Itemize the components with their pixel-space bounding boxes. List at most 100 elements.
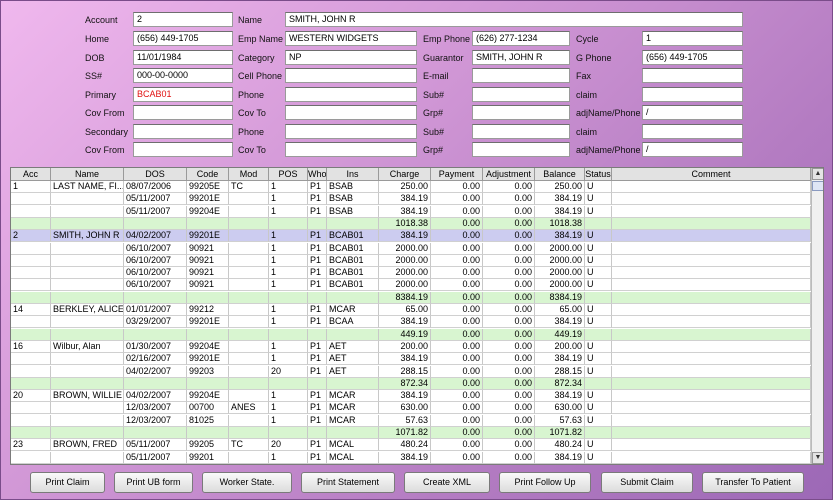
email-field[interactable] <box>472 68 570 83</box>
secondary-cov-from-field[interactable] <box>133 142 233 157</box>
cell-payment: 0.00 <box>431 304 483 316</box>
secondary-cov-to-field[interactable] <box>285 142 417 157</box>
scroll-up-icon[interactable]: ▲ <box>812 168 823 180</box>
table-row[interactable]: 12/03/2007 00700 ANES 1 P1 MCAR 630.00 0.00 0.00… <box>11 402 811 415</box>
header-dos[interactable]: DOS <box>124 168 187 181</box>
header-charge[interactable]: Charge <box>379 168 431 181</box>
cell-charge: 2000.00 <box>379 267 431 280</box>
create-xml-button[interactable]: Create XML <box>404 472 490 493</box>
secondary-sub-field[interactable] <box>472 124 570 139</box>
primary-cov-from-field[interactable] <box>133 105 233 120</box>
table-row[interactable]: 1 LAST NAME, FI... 08/07/2006 99205E TC 1 P1 BS… <box>11 181 811 193</box>
secondary-insurance-field[interactable] <box>133 124 233 139</box>
table-row[interactable]: 05/11/2007 99201 1 P1 MCAL 384.19 0.00 0.00 384.… <box>11 451 811 464</box>
cell-ins: AET <box>327 340 379 353</box>
cell-ins: BCAB01 <box>327 230 379 243</box>
table-row[interactable]: 14 BERKLEY, ALICE 01/01/2007 99212 1 P1 MCAR 65… <box>11 304 811 316</box>
header-balance[interactable]: Balance <box>535 168 585 181</box>
primary-grp-field[interactable] <box>472 105 570 120</box>
transfer-to-patient-button[interactable]: Transfer To Patient <box>702 472 804 493</box>
cell-dos: 12/03/2007 <box>124 414 187 427</box>
header-who[interactable]: Who <box>308 168 327 181</box>
gphone-label: G Phone <box>576 53 612 63</box>
emp-phone-field[interactable]: (626) 277-1234 <box>472 31 570 46</box>
table-row[interactable]: 06/10/2007 90921 1 P1 BCAB01 2000.00 0.00 0.00 2… <box>11 254 811 267</box>
cell-pos: 1 <box>269 181 308 193</box>
cell-status <box>585 427 612 439</box>
table-row[interactable]: 06/10/2007 90921 1 P1 BCAB01 2000.00 0.00 0.00 2… <box>11 279 811 292</box>
print-statement-button[interactable]: Print Statement <box>301 472 395 493</box>
print-ub-form-button[interactable]: Print UB form <box>114 472 193 493</box>
table-row[interactable]: 12/03/2007 81025 1 P1 MCAR 57.63 0.00 0.00 57.63… <box>11 414 811 427</box>
table-row[interactable]: 02/16/2007 99201E 1 P1 AET 384.19 0.00 0.00 384.… <box>11 353 811 366</box>
adj-name-phone-label: adjName/Phone <box>576 108 641 118</box>
subtotal-row[interactable]: 872.34 0.00 0.00 872.34 <box>11 377 811 390</box>
cell-mod <box>229 328 269 341</box>
header-code[interactable]: Code <box>187 168 229 181</box>
cell-dos: 05/11/2007 <box>124 439 187 452</box>
subtotal-row[interactable]: 1071.82 0.00 0.00 1071.82 <box>11 427 811 439</box>
emp-name-field[interactable]: WESTERN WIDGETS <box>285 31 417 46</box>
secondary-claim-field[interactable] <box>642 124 743 139</box>
submit-claim-button[interactable]: Submit Claim <box>601 472 693 493</box>
cell-code: 99203 <box>187 365 229 378</box>
subtotal-row[interactable]: 1018.38 0.00 0.00 1018.38 <box>11 217 811 230</box>
header-ins[interactable]: Ins <box>327 168 379 181</box>
header-pos[interactable]: POS <box>269 168 308 181</box>
fax-field[interactable] <box>642 68 743 83</box>
cycle-field[interactable]: 1 <box>642 31 743 46</box>
header-name[interactable]: Name <box>51 168 124 181</box>
cell-code <box>187 427 229 439</box>
table-row[interactable]: 06/10/2007 90921 1 P1 BCAB01 2000.00 0.00 0.00 2… <box>11 267 811 280</box>
table-row[interactable]: 05/11/2007 99201E 1 P1 BSAB 384.19 0.00 0.00 384… <box>11 193 811 206</box>
secondary-label: Secondary <box>85 127 129 137</box>
primary-phone-field[interactable] <box>285 87 417 102</box>
table-row[interactable]: 06/10/2007 90921 1 P1 BCAB01 2000.00 0.00 0.00 2… <box>11 242 811 255</box>
header-adjustment[interactable]: Adjustment <box>483 168 535 181</box>
primary-adj-field[interactable]: / <box>642 105 743 120</box>
table-row[interactable]: 16 Wilbur, Alan 01/30/2007 99204E 1 P1 AET 200.… <box>11 340 811 353</box>
secondary-grp-field[interactable] <box>472 142 570 157</box>
home-field[interactable]: (656) 449-1705 <box>133 31 233 46</box>
header-status[interactable]: Status <box>585 168 612 181</box>
cell-adjustment: 0.00 <box>483 254 535 267</box>
secondary-phone-field[interactable] <box>285 124 417 139</box>
table-row[interactable]: 03/29/2007 99201E 1 P1 BCAA 384.19 0.00 0.00 384… <box>11 316 811 329</box>
table-row[interactable]: 20 BROWN, WILLIE J 04/02/2007 99204E 1 P1 MCAR… <box>11 390 811 403</box>
header-comment[interactable]: Comment <box>612 168 811 181</box>
print-follow-up-button[interactable]: Print Follow Up <box>499 472 591 493</box>
cell-payment: 0.00 <box>431 254 483 267</box>
subtotal-row[interactable]: 449.19 0.00 0.00 449.19 <box>11 328 811 341</box>
name-field[interactable]: SMITH, JOHN R <box>285 12 743 27</box>
primary-label: Primary <box>85 90 116 100</box>
print-claim-button[interactable]: Print Claim <box>30 472 105 493</box>
table-row[interactable]: 05/11/2007 99204E 1 P1 BSAB 384.19 0.00 0.00 384… <box>11 205 811 218</box>
cell-who: P1 <box>308 304 327 316</box>
table-row[interactable]: 04/02/2007 99203 20 P1 AET 288.15 0.00 0.00 288.… <box>11 365 811 378</box>
header-acc[interactable]: Acc <box>11 168 51 181</box>
primary-insurance-field[interactable]: BCAB01 <box>133 87 233 102</box>
table-row[interactable]: 23 BROWN, FRED 05/11/2007 99205 TC 20 P1 MCAL 48… <box>11 439 811 452</box>
scroll-down-icon[interactable]: ▼ <box>812 452 823 464</box>
dob-field[interactable]: 11/01/1984 <box>133 50 233 65</box>
vertical-scrollbar[interactable]: ▲ ▼ <box>811 168 823 464</box>
primary-claim-field[interactable] <box>642 87 743 102</box>
table-row[interactable]: 2 SMITH, JOHN R 04/02/2007 99201E 1 P1 BCAB01 3… <box>11 230 811 243</box>
secondary-adj-field[interactable]: / <box>642 142 743 157</box>
primary-sub-field[interactable] <box>472 87 570 102</box>
header-mod[interactable]: Mod <box>229 168 269 181</box>
guarantor-field[interactable]: SMITH, JOHN R <box>472 50 570 65</box>
scroll-thumb[interactable] <box>812 181 823 191</box>
primary-cov-to-field[interactable] <box>285 105 417 120</box>
cell-phone-field[interactable] <box>285 68 417 83</box>
subtotal-row[interactable]: 8384.19 0.00 0.00 8384.19 <box>11 291 811 304</box>
ss-field[interactable]: 000-00-0000 <box>133 68 233 83</box>
cell-payment: 0.00 <box>431 205 483 218</box>
gphone-field[interactable]: (656) 449-1705 <box>642 50 743 65</box>
account-field[interactable]: 2 <box>133 12 233 27</box>
category-field[interactable]: NP <box>285 50 417 65</box>
cell-who <box>308 328 327 341</box>
header-payment[interactable]: Payment <box>431 168 483 181</box>
cell-name <box>51 242 124 255</box>
worker-state-button[interactable]: Worker State. <box>202 472 292 493</box>
